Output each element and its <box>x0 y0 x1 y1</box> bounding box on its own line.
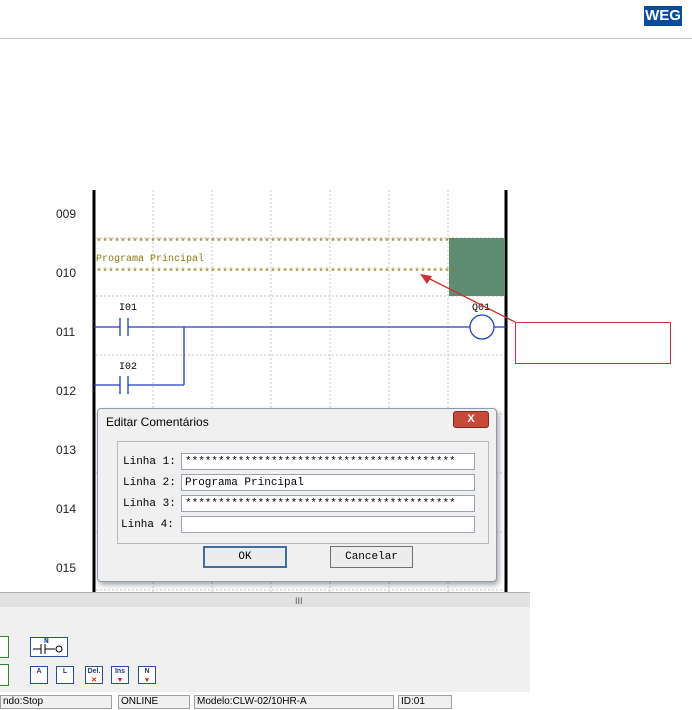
toolbar-edge-button[interactable] <box>0 636 9 658</box>
line-3-label: Linha 3: <box>123 498 176 510</box>
line-1-label: Linha 1: <box>123 456 176 468</box>
coil-tool-letter: N <box>44 637 49 646</box>
status-online: ONLINE <box>118 695 190 709</box>
status-id: ID:01 <box>398 695 452 709</box>
vline-l-button[interactable]: L <box>56 666 74 684</box>
status-model: Modelo:CLW-02/10HR-A <box>194 695 394 709</box>
insert-row-n-button[interactable]: N ▾ <box>138 666 156 684</box>
line-2-input[interactable]: Programa Principal <box>181 474 475 491</box>
status-mode: ndo:Stop <box>0 695 112 709</box>
hline-a-button[interactable]: A <box>30 666 48 684</box>
cancel-button[interactable]: Cancelar <box>330 546 413 568</box>
splitter-grip[interactable]: III <box>295 596 303 606</box>
line-4-input[interactable] <box>181 516 475 533</box>
line-2-label: Linha 2: <box>123 477 176 489</box>
line-1-input[interactable]: ****************************************… <box>181 453 475 470</box>
delete-button[interactable]: Del. ✕ <box>85 666 103 684</box>
dialog-title: Editar Comentários <box>106 415 209 429</box>
contact-coil-icon <box>33 644 63 654</box>
comment-lines-group: Linha 1: *******************************… <box>117 441 489 544</box>
ok-button[interactable]: OK <box>203 546 287 568</box>
insert-button[interactable]: Ins ▼ <box>111 666 129 684</box>
close-button[interactable]: X <box>453 411 489 428</box>
splitter-bar[interactable] <box>0 592 530 608</box>
coil-tool-button[interactable]: N <box>30 637 68 657</box>
line-3-input[interactable]: ****************************************… <box>181 495 475 512</box>
edit-comments-dialog: Editar Comentários X Linha 1: **********… <box>97 408 497 582</box>
toolbar-edge-button-2[interactable] <box>0 664 9 686</box>
line-4-label: Linha 4: <box>121 519 174 531</box>
toolbar-panel <box>0 607 530 692</box>
